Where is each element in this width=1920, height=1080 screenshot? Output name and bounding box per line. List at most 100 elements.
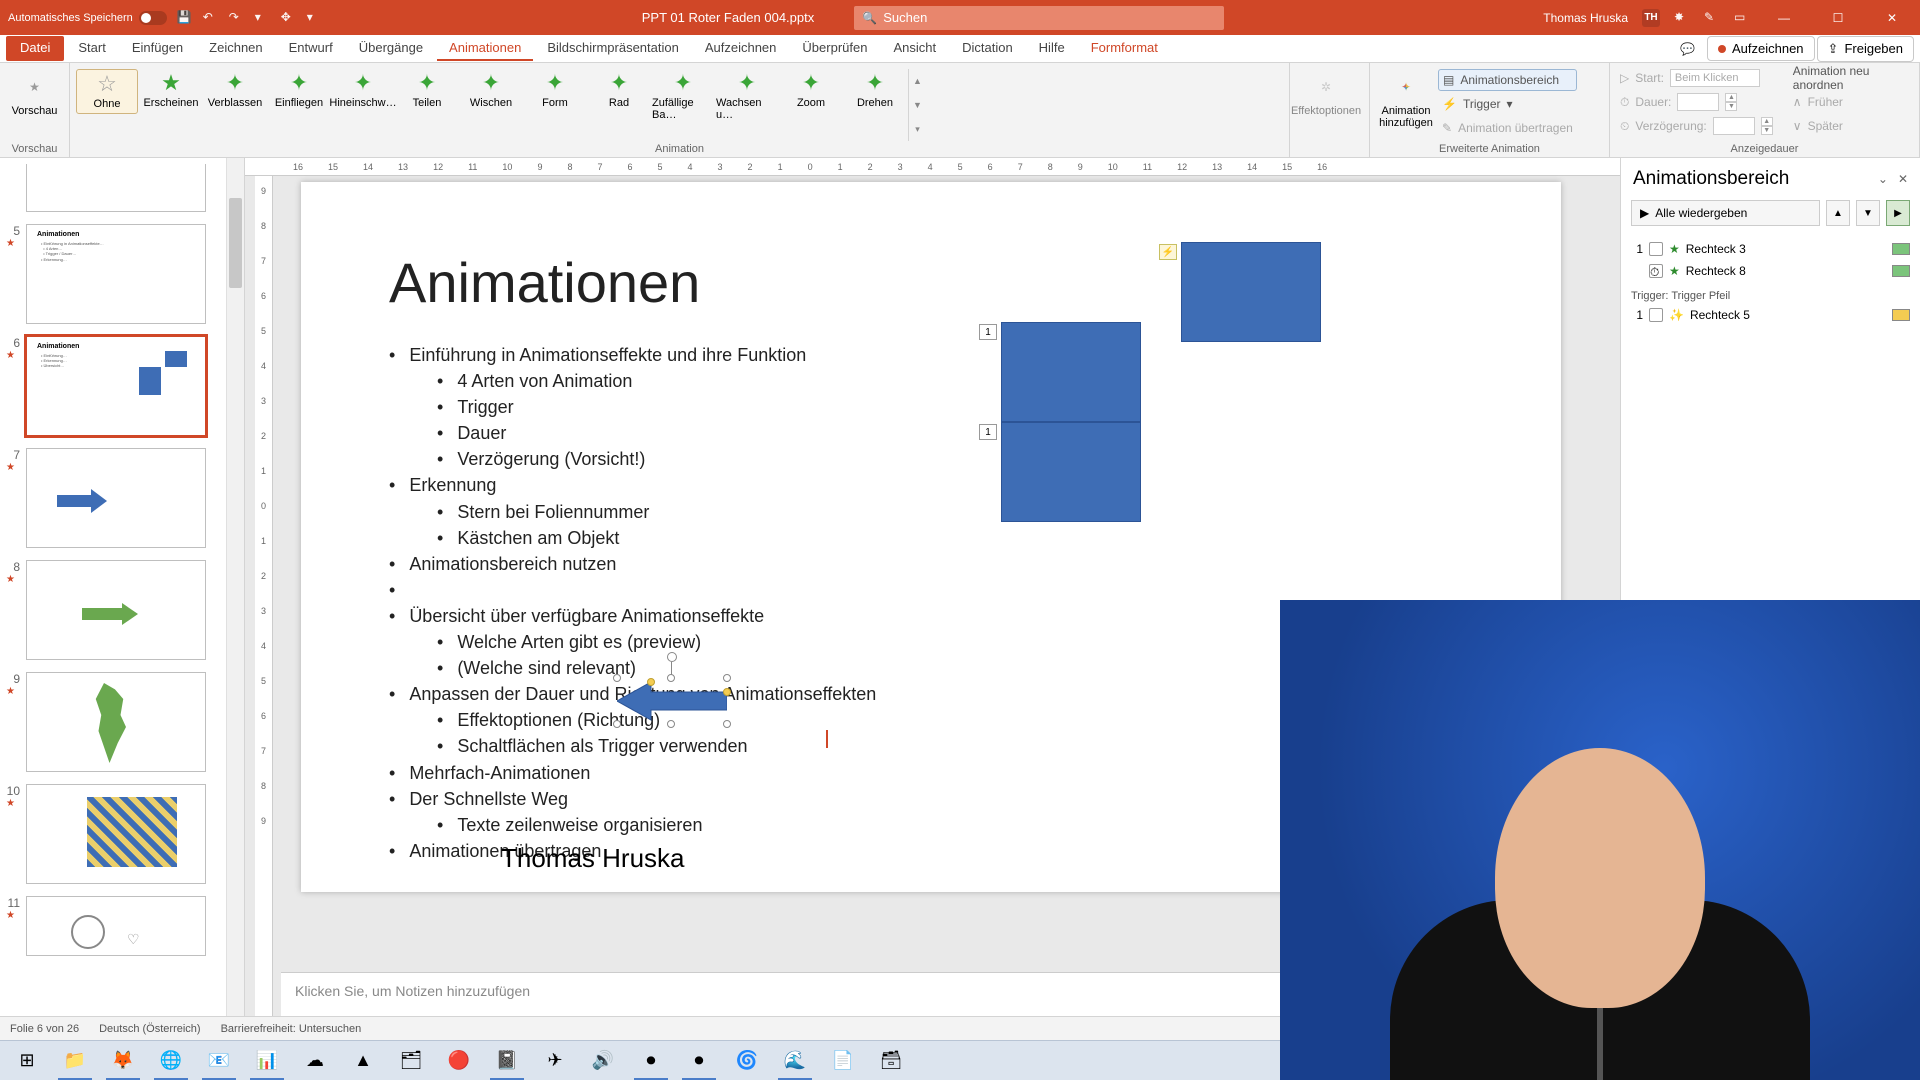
tab-datei[interactable]: Datei [6,36,64,61]
gallery-item-ohne[interactable]: ☆Ohne [76,69,138,114]
gallery-item-verblassen[interactable]: ✦Verblassen [204,69,266,112]
gallery-item-zufaellige[interactable]: ✦Zufällige Ba… [652,69,714,124]
thumb-slide-prev[interactable] [26,164,206,212]
animation-pane-button[interactable]: ▤Animationsbereich [1438,69,1577,91]
user-name[interactable]: Thomas Hruska [1543,11,1628,25]
anim-tag-2[interactable]: 1 [979,424,997,440]
anim-item[interactable]: ⏱★Rechteck 8 [1631,260,1910,282]
thumb-slide-10[interactable] [26,784,206,884]
task-chrome[interactable]: 🌐 [148,1042,194,1080]
task-outlook[interactable]: 📧 [196,1042,242,1080]
task-app-4[interactable]: 🔊 [580,1042,626,1080]
task-app-5[interactable]: ⏺ [676,1042,722,1080]
task-onenote[interactable]: 📓 [484,1042,530,1080]
add-animation-button[interactable]: ✦Animation hinzufügen [1376,67,1436,133]
tab-bildschirmpraesentation[interactable]: Bildschirmpräsentation [535,36,691,61]
tab-zeichnen[interactable]: Zeichnen [197,36,274,61]
redo-icon[interactable]: ↷ [229,10,245,26]
anim-tag-1[interactable]: 1 [979,324,997,340]
move-down-button[interactable]: ▼ [1856,200,1880,226]
save-icon[interactable]: 💾 [177,10,193,26]
gallery-item-rad[interactable]: ✦Rad [588,69,650,112]
anim-item[interactable]: 1★Rechteck 3 [1631,238,1910,260]
comments-icon[interactable]: 💬 [1670,42,1705,56]
task-app-8[interactable]: 🗃 [868,1042,914,1080]
qat-more-icon[interactable]: ▾ [307,10,323,26]
tab-formformat[interactable]: Formformat [1079,36,1170,61]
anim-item[interactable]: 1✨Rechteck 5 [1631,304,1910,326]
thumb-slide-9[interactable] [26,672,206,772]
draw-icon[interactable]: ✎ [1704,10,1720,26]
thumb-slide-6[interactable]: Animationen• Einführung…• Erkennung…• Üb… [26,336,206,436]
play-all-button[interactable]: ▶Alle wiedergeben [1631,200,1820,226]
preview-button[interactable]: ★Vorschau [6,67,63,121]
task-obs[interactable]: ⏺ [628,1042,674,1080]
gallery-item-zoom[interactable]: ✦Zoom [780,69,842,112]
tab-animationen[interactable]: Animationen [437,36,533,61]
start-button[interactable]: ⊞ [4,1042,50,1080]
task-firefox[interactable]: 🦊 [100,1042,146,1080]
tab-entwurf[interactable]: Entwurf [277,36,345,61]
maximize-button[interactable]: ☐ [1818,3,1858,33]
animation-list[interactable]: 1★Rechteck 3⏱★Rechteck 8Trigger: Trigger… [1621,234,1920,330]
trigger-button[interactable]: ⚡Trigger▾ [1438,93,1577,115]
slide-thumbnails[interactable]: 5★Animationen• Einführung in Animationse… [0,158,245,1016]
tab-aufzeichnen[interactable]: Aufzeichnen [693,36,789,61]
slide-body[interactable]: Einführung in Animationseffekte und ihre… [389,342,876,864]
task-app-1[interactable]: ☁ [292,1042,338,1080]
thumb-scrollbar[interactable] [226,158,244,1016]
task-app-3[interactable]: 🔴 [436,1042,482,1080]
thumb-slide-7[interactable] [26,448,206,548]
shape-trigger-pfeil[interactable] [617,678,727,724]
tab-ueberpruefen[interactable]: Überprüfen [790,36,879,61]
gallery-item-teilen[interactable]: ✦Teilen [396,69,458,112]
gallery-item-drehen[interactable]: ✦Drehen [844,69,906,112]
shape-rechteck-8[interactable] [1001,422,1141,522]
slide-title[interactable]: Animationen [389,250,700,315]
tab-hilfe[interactable]: Hilfe [1027,36,1077,61]
gallery-item-hineinschweben[interactable]: ✦Hineinschw… [332,69,394,112]
thumb-slide-11[interactable]: ♡ [26,896,206,956]
task-powerpoint[interactable]: 📊 [244,1042,290,1080]
minimize-button[interactable]: — [1764,3,1804,33]
shape-rechteck-3[interactable] [1001,322,1141,422]
gallery-item-form[interactable]: ✦Form [524,69,586,112]
gallery-item-einfliegen[interactable]: ✦Einfliegen [268,69,330,112]
gallery-item-wischen[interactable]: ✦Wischen [460,69,522,112]
task-app-7[interactable]: 📄 [820,1042,866,1080]
window-icon[interactable]: ▭ [1734,10,1750,26]
undo-icon[interactable]: ↶ [203,10,219,26]
task-app-6[interactable]: 🌀 [724,1042,770,1080]
tab-dictation[interactable]: Dictation [950,36,1025,61]
toggle-switch[interactable] [139,11,167,25]
task-telegram[interactable]: ✈ [532,1042,578,1080]
task-explorer[interactable]: 📁 [52,1042,98,1080]
thumb-slide-5[interactable]: Animationen• Einführung in Animationseff… [26,224,206,324]
filename[interactable]: PPT 01 Roter Faden 004.pptx [642,10,814,25]
tab-ansicht[interactable]: Ansicht [881,36,948,61]
coming-soon-icon[interactable]: ✸ [1674,10,1690,26]
gallery-item-wachsen[interactable]: ✦Wachsen u… [716,69,778,124]
user-badge[interactable]: TH [1642,9,1660,27]
gallery-item-erscheinen[interactable]: ★Erscheinen [140,69,202,112]
shape-rechteck-5[interactable] [1181,242,1321,342]
task-app-2[interactable]: 🗂 [388,1042,434,1080]
search-box[interactable]: 🔍 [854,6,1224,30]
status-language[interactable]: Deutsch (Österreich) [99,1023,200,1035]
pane-close-icon[interactable]: ✕ [1898,172,1908,186]
anim-tag-trigger[interactable]: ⚡ [1159,244,1177,260]
task-vlc[interactable]: ▲ [340,1042,386,1080]
animation-gallery[interactable]: ☆Ohne ★Erscheinen ✦Verblassen ✦Einfliege… [76,67,1283,141]
pane-options-icon[interactable]: ⌄ [1878,172,1888,186]
tab-start[interactable]: Start [66,36,117,61]
present-icon[interactable]: ▾ [255,10,271,26]
close-button[interactable]: ✕ [1872,3,1912,33]
touch-icon[interactable]: ✥ [281,10,297,26]
thumb-slide-8[interactable] [26,560,206,660]
autopreview-button[interactable]: ▶ [1886,200,1910,226]
autosave-toggle[interactable]: Automatisches Speichern [8,11,167,25]
search-input[interactable] [883,10,1216,25]
task-edge[interactable]: 🌊 [772,1042,818,1080]
gallery-scroll[interactable]: ▲▼▾ [908,69,926,141]
record-button[interactable]: Aufzeichnen [1707,36,1815,61]
